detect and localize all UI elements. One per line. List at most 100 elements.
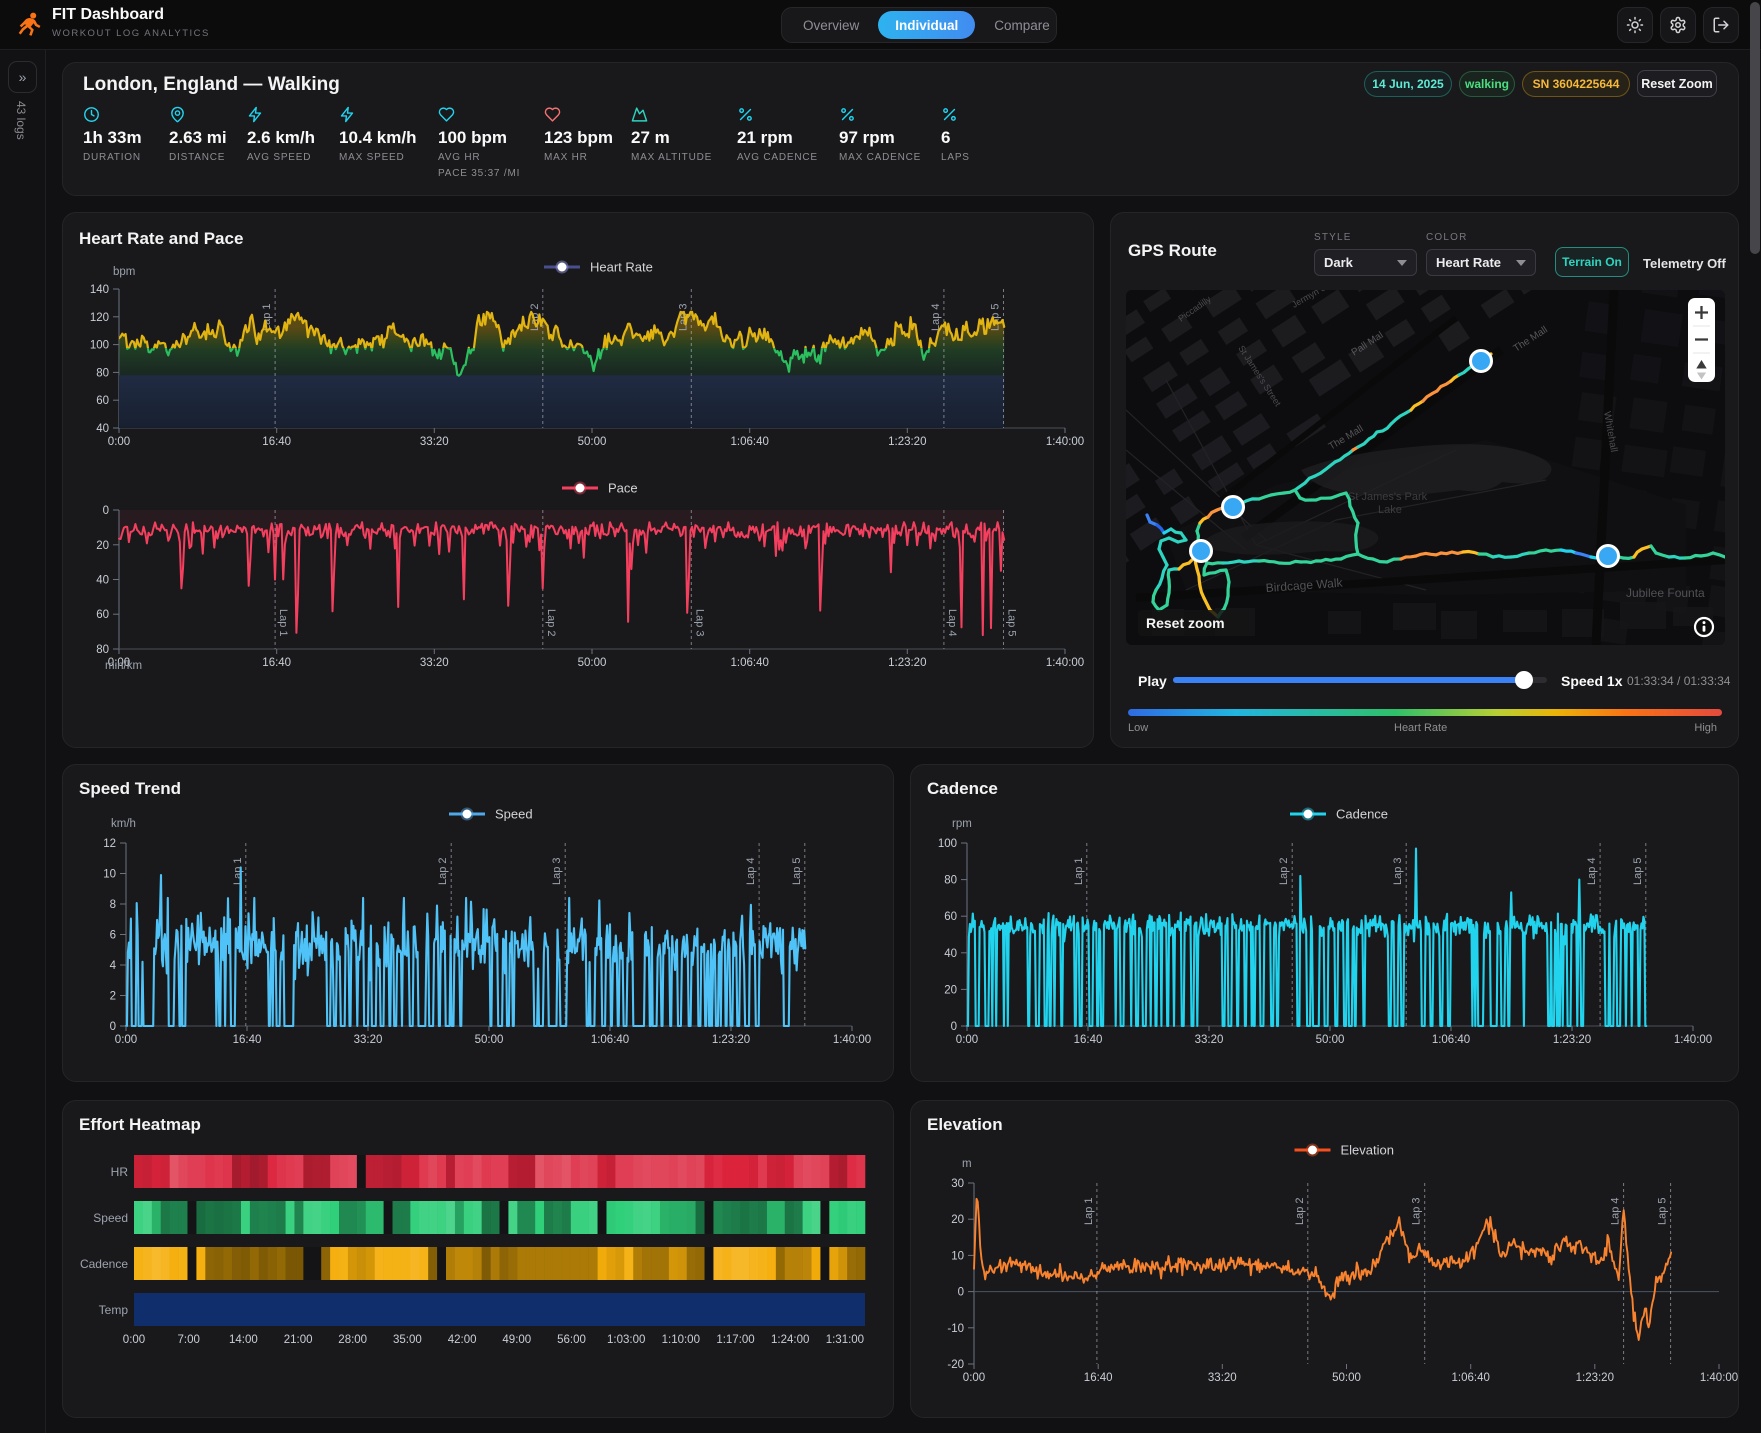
svg-text:16:40: 16:40	[1084, 1372, 1113, 1384]
svg-text:33:20: 33:20	[1195, 1034, 1224, 1046]
svg-text:50:00: 50:00	[578, 657, 607, 669]
svg-text:Temp: Temp	[99, 1303, 129, 1317]
svg-text:HR: HR	[111, 1165, 129, 1179]
svg-text:4: 4	[110, 960, 117, 972]
svg-text:Reset zoom: Reset zoom	[1146, 615, 1225, 631]
svg-text:Heart Rate: Heart Rate	[590, 260, 653, 275]
svg-text:14:00: 14:00	[229, 1334, 258, 1346]
svg-text:10: 10	[951, 1250, 964, 1262]
svg-text:Lap 1: Lap 1	[1083, 1197, 1095, 1225]
svg-text:m: m	[962, 1158, 972, 1170]
svg-text:21:00: 21:00	[284, 1334, 313, 1346]
svg-text:0:00: 0:00	[108, 436, 130, 448]
svg-text:1:40:00: 1:40:00	[1674, 1034, 1712, 1046]
svg-text:8: 8	[110, 899, 116, 911]
svg-text:33:20: 33:20	[420, 657, 449, 669]
svg-text:1:31:00: 1:31:00	[826, 1334, 864, 1346]
svg-text:40: 40	[96, 423, 109, 435]
svg-text:Lap 2: Lap 2	[1294, 1197, 1306, 1225]
svg-text:Heart Rate and Pace: Heart Rate and Pace	[79, 229, 243, 248]
svg-text:12: 12	[103, 838, 116, 850]
svg-text:-20: -20	[947, 1359, 964, 1371]
svg-text:100: 100	[938, 838, 957, 850]
svg-text:50:00: 50:00	[1332, 1372, 1361, 1384]
svg-text:80: 80	[96, 367, 109, 379]
svg-text:Lap 3: Lap 3	[1411, 1197, 1423, 1225]
svg-text:1:40:00: 1:40:00	[1700, 1372, 1738, 1384]
svg-text:28:00: 28:00	[338, 1334, 367, 1346]
svg-text:km/h: km/h	[111, 818, 136, 830]
svg-text:Lap 4: Lap 4	[1610, 1197, 1622, 1225]
svg-text:Speed Trend: Speed Trend	[79, 779, 181, 798]
svg-text:1:40:00: 1:40:00	[833, 1034, 871, 1046]
svg-text:20: 20	[96, 540, 109, 552]
svg-text:1:40:00: 1:40:00	[1046, 657, 1084, 669]
svg-text:Cadence: Cadence	[1336, 807, 1388, 822]
svg-text:0: 0	[103, 505, 109, 517]
svg-text:1:06:40: 1:06:40	[731, 436, 769, 448]
svg-text:0:00: 0:00	[123, 1334, 145, 1346]
svg-text:St James's Park: St James's Park	[1348, 491, 1428, 503]
svg-text:Lap 4: Lap 4	[946, 609, 958, 637]
svg-text:80: 80	[944, 875, 957, 887]
svg-text:40: 40	[96, 575, 109, 587]
svg-text:Lap 2: Lap 2	[1278, 857, 1290, 885]
svg-text:Lap 1: Lap 1	[277, 609, 289, 637]
svg-text:Lap 3: Lap 3	[693, 609, 705, 637]
svg-text:1:10:00: 1:10:00	[662, 1334, 700, 1346]
svg-text:Lap 2: Lap 2	[437, 857, 449, 885]
svg-text:0:00: 0:00	[115, 1034, 137, 1046]
svg-text:1:06:40: 1:06:40	[731, 657, 769, 669]
svg-text:20: 20	[944, 984, 957, 996]
svg-text:120: 120	[90, 312, 109, 324]
svg-text:Lap 4: Lap 4	[745, 857, 757, 885]
svg-text:0:00: 0:00	[956, 1034, 978, 1046]
svg-text:60: 60	[96, 609, 109, 621]
svg-text:100: 100	[90, 340, 109, 352]
svg-text:140: 140	[90, 284, 109, 296]
svg-text:1:24:00: 1:24:00	[771, 1334, 809, 1346]
svg-text:Lap 3: Lap 3	[551, 857, 563, 885]
svg-text:16:40: 16:40	[262, 436, 291, 448]
svg-text:1:06:40: 1:06:40	[591, 1034, 629, 1046]
svg-text:33:20: 33:20	[420, 436, 449, 448]
svg-text:1:23:20: 1:23:20	[1553, 1034, 1591, 1046]
svg-text:1:40:00: 1:40:00	[1046, 436, 1084, 448]
svg-text:-10: -10	[947, 1323, 964, 1335]
svg-text:Effort Heatmap: Effort Heatmap	[79, 1115, 201, 1134]
svg-text:60: 60	[944, 911, 957, 923]
svg-text:16:40: 16:40	[262, 657, 291, 669]
svg-text:1:23:20: 1:23:20	[888, 657, 926, 669]
svg-text:60: 60	[96, 395, 109, 407]
svg-text:16:40: 16:40	[233, 1034, 262, 1046]
svg-text:Jubilee Founta: Jubilee Founta	[1626, 586, 1705, 600]
svg-text:33:20: 33:20	[354, 1034, 383, 1046]
svg-text:min/km: min/km	[105, 660, 142, 672]
svg-text:1:03:00: 1:03:00	[607, 1334, 645, 1346]
svg-text:Lap 5: Lap 5	[1632, 857, 1644, 885]
svg-text:50:00: 50:00	[578, 436, 607, 448]
svg-text:35:00: 35:00	[393, 1334, 422, 1346]
svg-text:50:00: 50:00	[475, 1034, 504, 1046]
svg-text:Elevation: Elevation	[1341, 1143, 1394, 1158]
svg-text:Lap 1: Lap 1	[1073, 857, 1085, 885]
svg-text:50:00: 50:00	[1316, 1034, 1345, 1046]
svg-text:Speed: Speed	[93, 1211, 128, 1225]
svg-text:Lap 2: Lap 2	[545, 609, 557, 637]
svg-text:20: 20	[951, 1214, 964, 1226]
svg-text:1:23:20: 1:23:20	[712, 1034, 750, 1046]
svg-text:Pace: Pace	[608, 481, 638, 496]
svg-text:7:00: 7:00	[178, 1334, 200, 1346]
svg-text:Lap 1: Lap 1	[232, 857, 244, 885]
svg-text:16:40: 16:40	[1074, 1034, 1103, 1046]
svg-text:Elevation: Elevation	[927, 1115, 1003, 1134]
svg-text:Speed: Speed	[495, 807, 533, 822]
svg-text:33:20: 33:20	[1208, 1372, 1237, 1384]
svg-text:1:06:40: 1:06:40	[1452, 1372, 1490, 1384]
svg-text:rpm: rpm	[952, 818, 972, 830]
svg-text:Lap 5: Lap 5	[1657, 1197, 1669, 1225]
svg-text:Lap 3: Lap 3	[1392, 857, 1404, 885]
svg-text:Lap 5: Lap 5	[791, 857, 803, 885]
svg-text:1:06:40: 1:06:40	[1432, 1034, 1470, 1046]
svg-text:40: 40	[944, 948, 957, 960]
